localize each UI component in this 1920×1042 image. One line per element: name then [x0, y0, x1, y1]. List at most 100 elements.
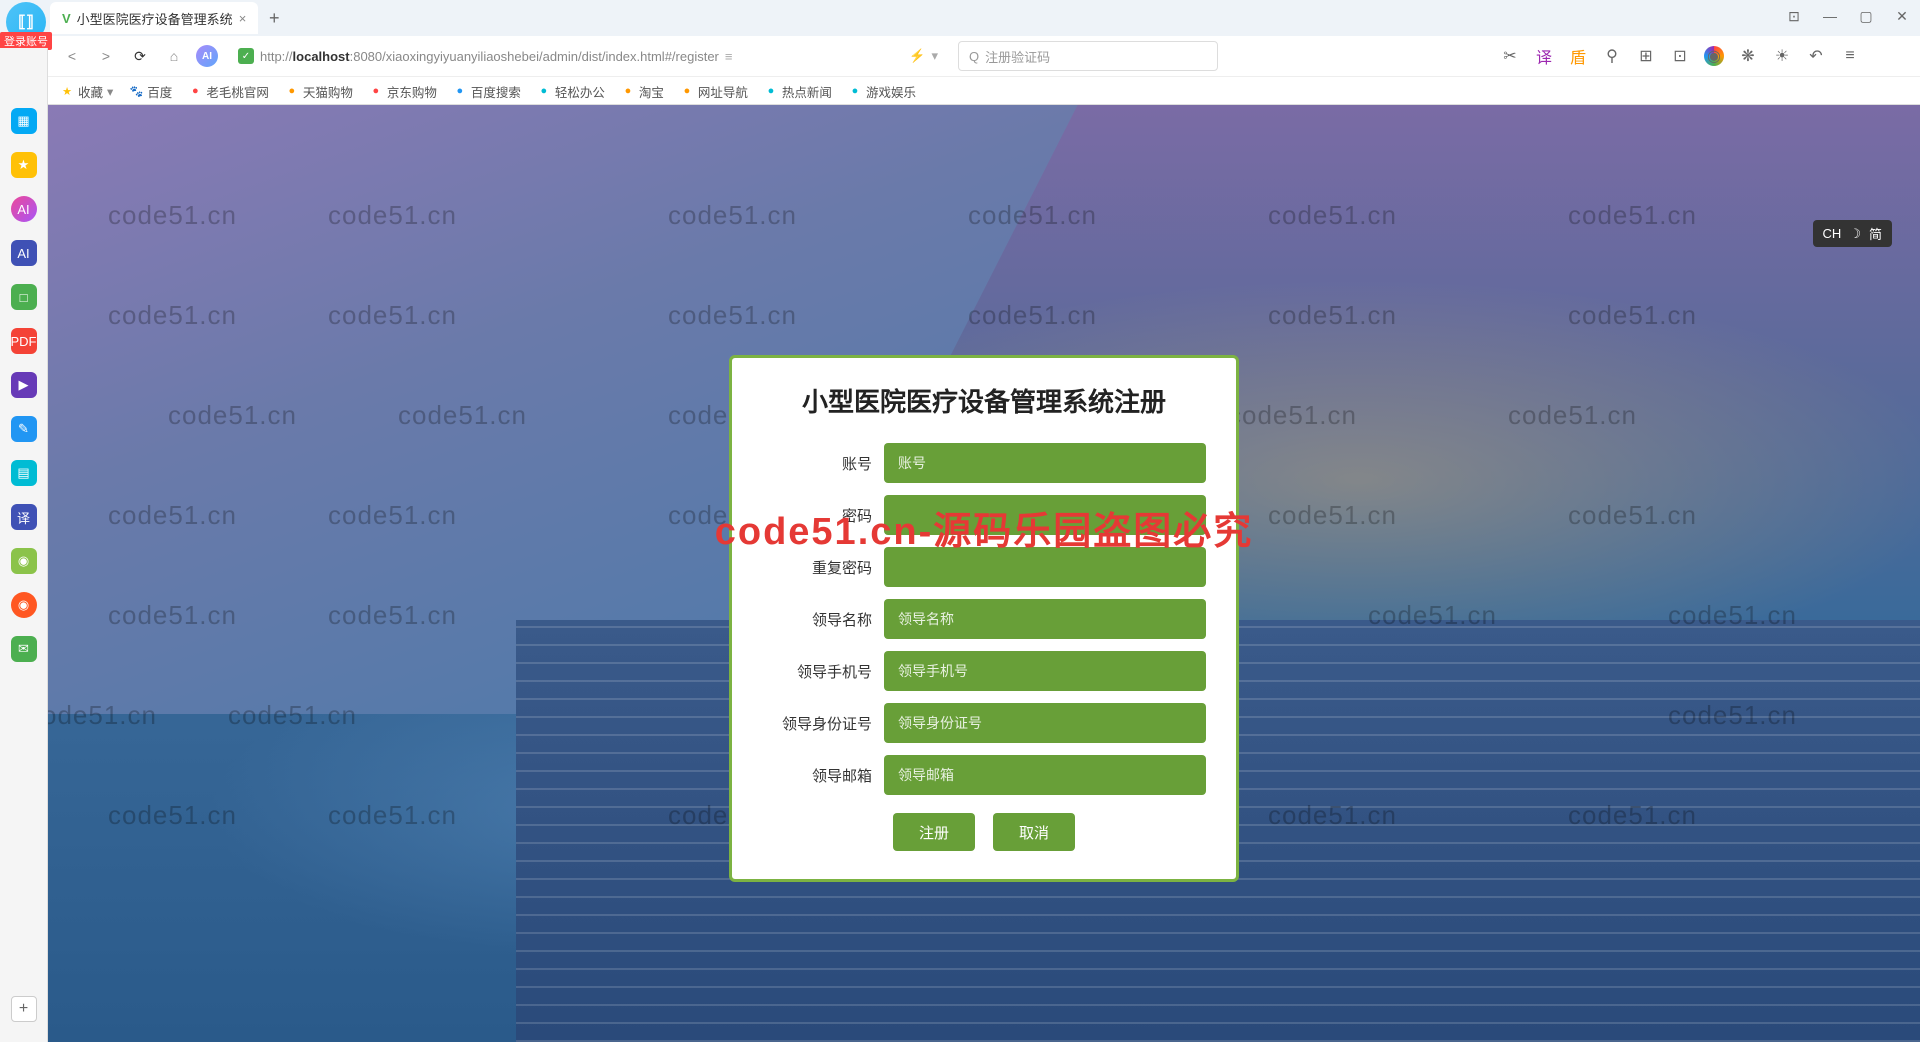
form-row-password: 密码: [762, 495, 1206, 535]
sidebar-app-icon-9[interactable]: 译: [11, 504, 37, 530]
label-leader_phone: 领导手机号: [762, 661, 872, 682]
input-leader_name[interactable]: [884, 599, 1206, 639]
toolbar-icon-4[interactable]: ⊞: [1636, 46, 1656, 66]
sidebar-app-icon-0[interactable]: ▦: [11, 108, 37, 134]
bookmark-9[interactable]: ●热点新闻: [764, 82, 832, 101]
sidebar-app-icon-8[interactable]: ▤: [11, 460, 37, 486]
bookmark-label: 天猫购物: [303, 82, 353, 101]
bookmark-label: 淘宝: [639, 82, 664, 101]
window-minimize-icon[interactable]: —: [1820, 6, 1840, 26]
sidebar-app-icon-3[interactable]: AI: [11, 240, 37, 266]
bookmark-icon: ★: [60, 84, 74, 98]
tab-title: 小型医院医疗设备管理系统: [77, 9, 233, 28]
label-leader_name: 领导名称: [762, 609, 872, 630]
nav-reload-icon[interactable]: ⟳: [128, 44, 152, 68]
nav-back-icon[interactable]: <: [60, 44, 84, 68]
ime-indicator[interactable]: CH ☽ 简: [1813, 220, 1892, 247]
chevron-down-icon[interactable]: ▾: [931, 48, 938, 64]
sidebar-app-icon-12[interactable]: ✉: [11, 636, 37, 662]
vue-icon: V: [62, 11, 71, 26]
sidebar-app-icon-10[interactable]: ◉: [11, 548, 37, 574]
form-row-leader_id: 领导身份证号: [762, 703, 1206, 743]
sidebar-app-icon-5[interactable]: PDF: [11, 328, 37, 354]
toolbar-icon-7[interactable]: ❋: [1738, 46, 1758, 66]
bookmark-icon: ●: [848, 84, 862, 98]
url-bar[interactable]: ✓ http://localhost:8080/xiaoxingyiyuanyi…: [228, 41, 948, 71]
nav-bar: < > ⟳ ⌂ AI ✓ http://localhost:8080/xiaox…: [0, 36, 1920, 76]
label-password: 密码: [762, 505, 872, 526]
input-leader_id[interactable]: [884, 703, 1206, 743]
input-password2[interactable]: [884, 547, 1206, 587]
bookmark-icon: ●: [537, 84, 551, 98]
toolbar-icon-5[interactable]: ⊡: [1670, 46, 1690, 66]
bookmark-2[interactable]: ●老毛桃官网: [188, 82, 269, 101]
register-title: 小型医院医疗设备管理系统注册: [762, 382, 1206, 419]
bookmark-4[interactable]: ●京东购物: [369, 82, 437, 101]
search-placeholder: 注册验证码: [985, 47, 1050, 66]
label-password2: 重复密码: [762, 557, 872, 578]
browser-left-sidebar: ▦ ★ AI AI □ PDF ▶ ✎ ▤ 译 ◉ ◉ ✉ +: [0, 48, 48, 1042]
toolbar-icon-3[interactable]: ⚲: [1602, 46, 1622, 66]
toolbar-icon-9[interactable]: ↶: [1806, 46, 1826, 66]
window-maximize-icon[interactable]: ▢: [1856, 6, 1876, 26]
sidebar-app-icon-1[interactable]: ★: [11, 152, 37, 178]
bookmark-icon: ●: [453, 84, 467, 98]
register-card: 小型医院医疗设备管理系统注册 账号密码重复密码领导名称领导手机号领导身份证号领导…: [729, 355, 1239, 882]
label-leader_email: 领导邮箱: [762, 765, 872, 786]
page-content: code51.cncode51.cncode51.cncode51.cncode…: [48, 105, 1920, 1042]
sidebar-app-icon-7[interactable]: ✎: [11, 416, 37, 442]
nav-ai-icon[interactable]: AI: [196, 45, 218, 67]
form-row-leader_phone: 领导手机号: [762, 651, 1206, 691]
sidebar-add-button[interactable]: +: [11, 996, 37, 1022]
toolbar-icon-0[interactable]: ✂: [1500, 46, 1520, 66]
cancel-button[interactable]: 取消: [993, 813, 1075, 851]
lightning-icon[interactable]: ⚡: [909, 48, 925, 64]
ime-mode: 简: [1869, 224, 1882, 243]
sidebar-app-icon-4[interactable]: □: [11, 284, 37, 310]
nav-home-icon[interactable]: ⌂: [162, 44, 186, 68]
toolbar-icon-2[interactable]: 盾: [1568, 46, 1588, 66]
bookmark-label: 网址导航: [698, 82, 748, 101]
bookmark-3[interactable]: ● 天猫购物: [285, 82, 353, 101]
sidebar-app-icon-11[interactable]: ◉: [11, 592, 37, 618]
sidebar-app-icon-6[interactable]: ▶: [11, 372, 37, 398]
toolbar-icon-10[interactable]: ≡: [1840, 46, 1860, 66]
input-password[interactable]: [884, 495, 1206, 535]
toolbar-icon-6[interactable]: ◉: [1704, 46, 1724, 66]
toolbar-icon-1[interactable]: 译: [1534, 46, 1554, 66]
bookmark-icon: 🐾: [129, 84, 143, 98]
register-button[interactable]: 注册: [893, 813, 975, 851]
bookmark-0[interactable]: ★收藏 ▾: [60, 82, 113, 101]
url-bar-menu-icon[interactable]: ≡: [725, 49, 733, 64]
sidebar-app-icon-2[interactable]: AI: [11, 196, 37, 222]
bookmark-icon: ●: [369, 84, 383, 98]
bookmark-label: 收藏: [78, 82, 103, 101]
window-pin-icon[interactable]: ⊡: [1784, 6, 1804, 26]
bookmark-icon: ●: [680, 84, 694, 98]
form-row-leader_name: 领导名称: [762, 599, 1206, 639]
search-bar[interactable]: Q 注册验证码: [958, 41, 1218, 71]
input-username[interactable]: [884, 443, 1206, 483]
input-leader_email[interactable]: [884, 755, 1206, 795]
window-controls: ⊡ — ▢ ✕: [1784, 6, 1912, 26]
new-tab-button[interactable]: +: [260, 4, 288, 32]
bookmark-8[interactable]: ● 网址导航: [680, 82, 748, 101]
label-username: 账号: [762, 453, 872, 474]
tab-active[interactable]: V 小型医院医疗设备管理系统 ×: [50, 2, 258, 34]
form-actions: 注册 取消: [762, 813, 1206, 851]
bookmark-1[interactable]: 🐾百度: [129, 82, 172, 101]
bookmark-6[interactable]: ● 轻松办公: [537, 82, 605, 101]
ime-lang: CH: [1823, 226, 1842, 241]
label-leader_id: 领导身份证号: [762, 713, 872, 734]
bookmark-5[interactable]: ●百度搜索: [453, 82, 521, 101]
toolbar-icon-8[interactable]: ☀: [1772, 46, 1792, 66]
nav-forward-icon[interactable]: >: [94, 44, 118, 68]
tab-close-icon[interactable]: ×: [239, 11, 247, 26]
window-close-icon[interactable]: ✕: [1892, 6, 1912, 26]
bookmark-label: 老毛桃官网: [206, 82, 269, 101]
bookmark-7[interactable]: ●淘宝: [621, 82, 664, 101]
bookmark-label: 轻松办公: [555, 82, 605, 101]
input-leader_phone[interactable]: [884, 651, 1206, 691]
bookmark-icon: ●: [285, 84, 299, 98]
bookmark-10[interactable]: ●游戏娱乐: [848, 82, 916, 101]
